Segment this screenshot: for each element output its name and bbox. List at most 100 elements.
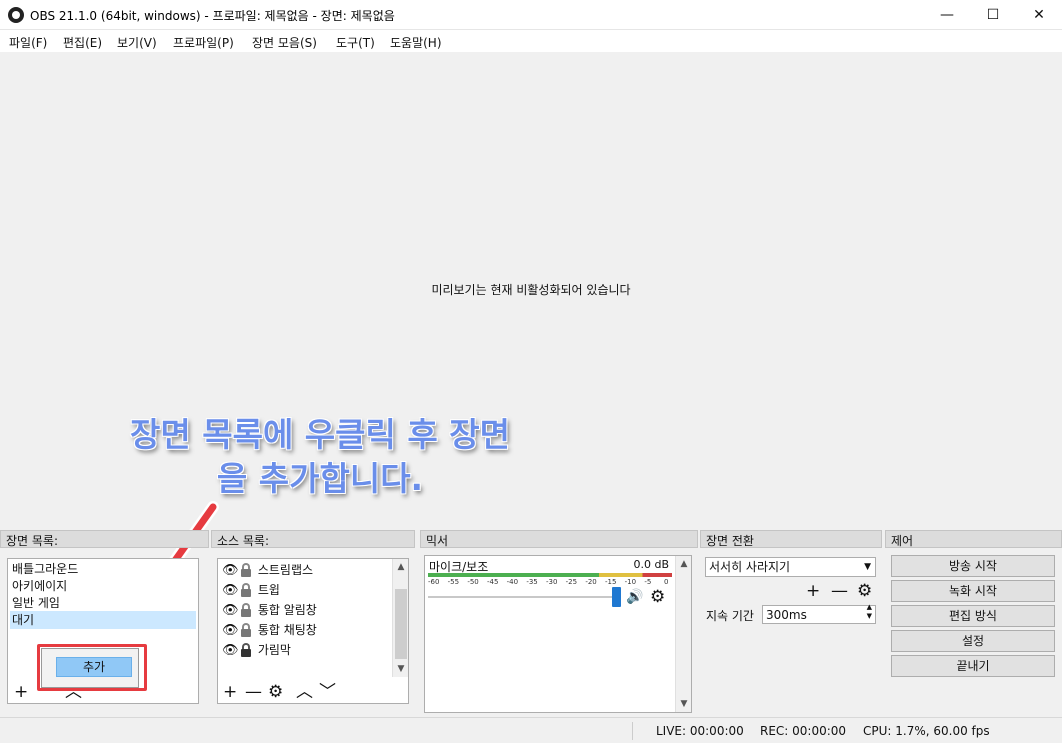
- scroll-up-icon[interactable]: ▲: [393, 559, 409, 575]
- meter-scale-tick: -25: [565, 578, 578, 586]
- highlight-box: [37, 644, 147, 691]
- move-down-icon[interactable]: ﹀: [319, 683, 336, 701]
- visibility-eye-icon[interactable]: 👁: [222, 621, 239, 641]
- mixer-header: 믹서: [420, 530, 698, 548]
- meter-scale-tick: -55: [447, 578, 460, 586]
- scene-item[interactable]: 일반 게임: [10, 594, 196, 612]
- annotation-line-1: 장면 목록에 우클릭 후 장면: [130, 415, 510, 454]
- menu-file[interactable]: 파일(F): [9, 34, 47, 51]
- source-item-label: 트윕: [257, 583, 280, 597]
- menu-edit[interactable]: 편집(E): [63, 34, 102, 51]
- transition-properties-gear-icon[interactable]: ⚙: [857, 582, 872, 600]
- menu-view[interactable]: 보기(V): [117, 34, 157, 51]
- transition-select[interactable]: 서서히 사라지기 ▼: [705, 557, 876, 577]
- unlocked-icon[interactable]: [238, 580, 254, 600]
- scroll-down-icon[interactable]: ▼: [676, 696, 692, 712]
- scene-item[interactable]: 배틀그라운드: [10, 560, 196, 578]
- unlocked-icon[interactable]: [238, 600, 254, 620]
- volume-meter: [428, 573, 672, 577]
- move-up-icon[interactable]: ︿: [296, 683, 313, 701]
- locked-icon[interactable]: [238, 640, 254, 660]
- sources-header: 소스 목록:: [211, 530, 415, 548]
- transitions-header: 장면 전환: [700, 530, 882, 548]
- visibility-eye-icon[interactable]: 👁: [222, 601, 239, 621]
- source-properties-gear-icon[interactable]: ⚙: [268, 683, 283, 701]
- transition-select-value: 서서히 사라지기: [709, 560, 791, 574]
- volume-meter-scale: -60 -55 -50 -45 -40 -35 -30 -25 -20 -15 -10 -5 0: [428, 578, 672, 588]
- live-timer: LIVE: 00:00:00: [656, 724, 744, 738]
- menu-scene-collection[interactable]: 장면 모음(S): [252, 34, 317, 51]
- menu-tools[interactable]: 도구(T): [336, 34, 375, 51]
- scroll-up-icon[interactable]: ▲: [676, 556, 692, 572]
- duration-spinbox[interactable]: 300ms ▲ ▼: [762, 603, 876, 624]
- add-source-icon[interactable]: +: [223, 683, 237, 701]
- scenes-header: 장면 목록:: [0, 530, 209, 548]
- remove-transition-icon[interactable]: —: [831, 582, 848, 600]
- remove-source-icon[interactable]: —: [245, 683, 262, 701]
- controls-header: 제어: [885, 530, 1062, 548]
- exit-button[interactable]: 끝내기: [891, 655, 1055, 677]
- mixer-channel-level: 0.0 dB: [633, 558, 669, 571]
- settings-button[interactable]: 설정: [891, 630, 1055, 652]
- meter-scale-tick: -50: [467, 578, 479, 586]
- menu-bar: 파일(F) 편집(E) 보기(V) 프로파일(P) 장면 모음(S) 도구(T)…: [0, 30, 1062, 52]
- meter-scale-tick: -40: [506, 578, 519, 586]
- source-item[interactable]: 👁 스트림랩스: [222, 560, 313, 580]
- maximize-button[interactable]: ☐: [970, 0, 1016, 30]
- add-scene-icon[interactable]: +: [14, 683, 28, 701]
- source-item-label: 통합 채팅창: [257, 623, 317, 637]
- duration-value: 300ms: [766, 608, 807, 622]
- meter-scale-tick: -20: [585, 578, 597, 586]
- meter-scale-tick: -45: [487, 578, 499, 586]
- mixer-scrollbar[interactable]: ▲ ▼: [675, 556, 691, 712]
- cpu-fps: CPU: 1.7%, 60.00 fps: [863, 724, 990, 738]
- status-bar: LIVE: 00:00:00 REC: 00:00:00 CPU: 1.7%, …: [0, 717, 1062, 743]
- meter-scale-tick: -5: [644, 578, 652, 586]
- title-bar: OBS 21.1.0 (64bit, windows) - 프로파일: 제목없음…: [0, 0, 1062, 30]
- start-recording-button[interactable]: 녹화 시작: [891, 580, 1055, 602]
- unlocked-icon[interactable]: [238, 560, 254, 580]
- source-item[interactable]: 👁 통합 채팅창: [222, 620, 317, 640]
- annotation-line-2: 을 추가합니다.: [216, 459, 424, 498]
- spin-arrows-icon[interactable]: ▲ ▼: [867, 603, 872, 621]
- window-title: OBS 21.1.0 (64bit, windows) - 프로파일: 제목없음…: [30, 9, 395, 23]
- source-item[interactable]: 👁 가림막: [222, 640, 291, 660]
- menu-help[interactable]: 도움말(H): [390, 34, 442, 51]
- scene-item[interactable]: 아키에이지: [10, 577, 196, 595]
- scene-item-selected[interactable]: 대기: [10, 611, 196, 629]
- source-item-label: 스트림랩스: [257, 563, 314, 577]
- rec-timer: REC: 00:00:00: [760, 724, 847, 738]
- scroll-down-icon[interactable]: ▼: [393, 661, 409, 677]
- source-item[interactable]: 👁 트윕: [222, 580, 280, 600]
- audio-mixer: 마이크/보조 0.0 dB -60 -55 -50 -45 -40 -35 -30 -25 -2…: [424, 555, 692, 713]
- mute-speaker-icon[interactable]: 🔊: [626, 589, 643, 605]
- source-item-label: 통합 알림창: [257, 603, 317, 617]
- meter-scale-tick: -60: [428, 578, 440, 586]
- scroll-thumb[interactable]: [395, 589, 407, 659]
- duration-label: 지속 기간: [706, 609, 754, 623]
- meter-scale-tick: -10: [624, 578, 637, 586]
- source-item[interactable]: 👁 통합 알림창: [222, 600, 317, 620]
- minimize-button[interactable]: —: [924, 0, 970, 30]
- start-streaming-button[interactable]: 방송 시작: [891, 555, 1055, 577]
- meter-scale-tick: 0: [664, 578, 669, 586]
- chevron-down-icon: ▼: [864, 562, 871, 572]
- status-divider: [632, 722, 633, 740]
- visibility-eye-icon[interactable]: 👁: [222, 581, 239, 601]
- source-list-scrollbar[interactable]: ▲ ▼: [392, 559, 408, 677]
- close-button[interactable]: ✕: [1016, 0, 1062, 30]
- source-list[interactable]: 👁 스트림랩스 👁 트윕 👁 통합 알림창 👁 통합 채팅창 👁 가림막 ▲ ▼…: [217, 558, 409, 704]
- volume-slider-track[interactable]: [428, 596, 616, 598]
- source-item-label: 가림막: [257, 643, 291, 657]
- add-transition-icon[interactable]: +: [806, 582, 820, 600]
- volume-slider-thumb[interactable]: [612, 587, 621, 607]
- visibility-eye-icon[interactable]: 👁: [222, 561, 239, 581]
- meter-scale-tick: -35: [526, 578, 538, 586]
- visibility-eye-icon[interactable]: 👁: [222, 641, 239, 661]
- obs-logo-icon: [8, 7, 24, 23]
- meter-scale-tick: -30: [546, 578, 558, 586]
- unlocked-icon[interactable]: [238, 620, 254, 640]
- studio-mode-button[interactable]: 편집 방식: [891, 605, 1055, 627]
- menu-profile[interactable]: 프로파일(P): [173, 34, 234, 51]
- mixer-settings-gear-icon[interactable]: ⚙: [650, 587, 665, 607]
